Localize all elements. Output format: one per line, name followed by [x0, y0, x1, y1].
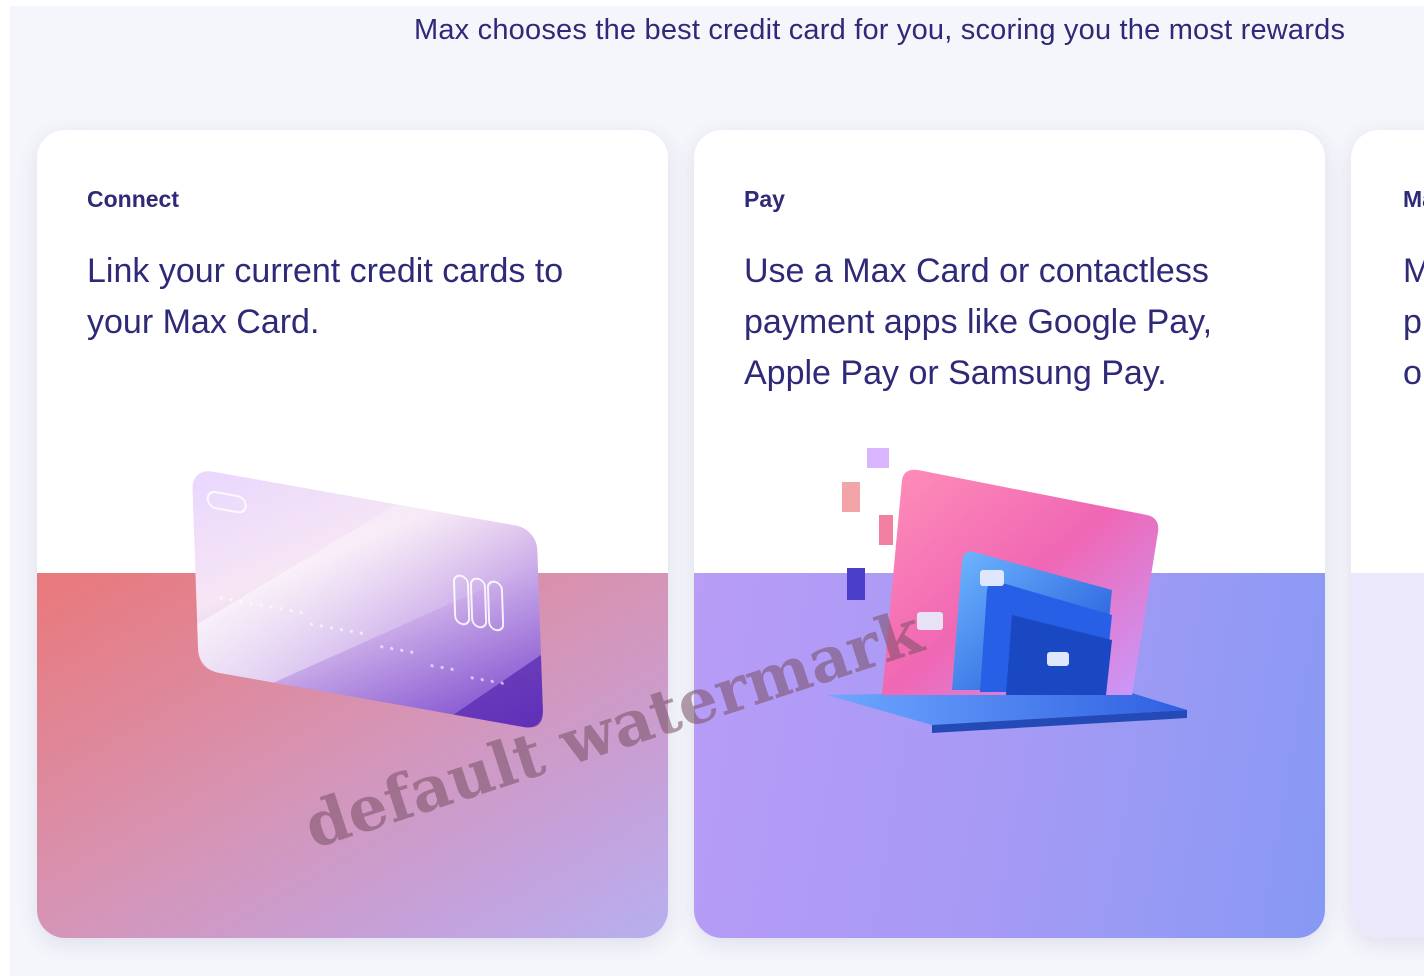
card-eyebrow: Connect [87, 186, 179, 212]
credit-card-illustration [147, 465, 567, 735]
card-headline: Use a Max Card or contactless payment ap… [744, 252, 1213, 392]
intro-text: Max chooses the best credit card for you… [414, 14, 1346, 46]
payment-cards-illustration [822, 440, 1202, 740]
feature-card-partial: Ma M p o [1351, 130, 1424, 938]
feature-card-pay: Pay Use a Max Card or contactless paymen… [694, 130, 1325, 938]
feature-card-connect: Connect Link your current credit cards t… [37, 130, 668, 938]
card-gradient-panel [1351, 573, 1424, 938]
card-eyebrow: Ma [1403, 186, 1424, 212]
top-edge [0, 0, 1424, 6]
card-eyebrow: Pay [744, 186, 785, 212]
card-headline: Link your current credit cards to your M… [87, 252, 564, 341]
left-edge [0, 0, 10, 976]
card-headline: M p o [1403, 252, 1424, 392]
